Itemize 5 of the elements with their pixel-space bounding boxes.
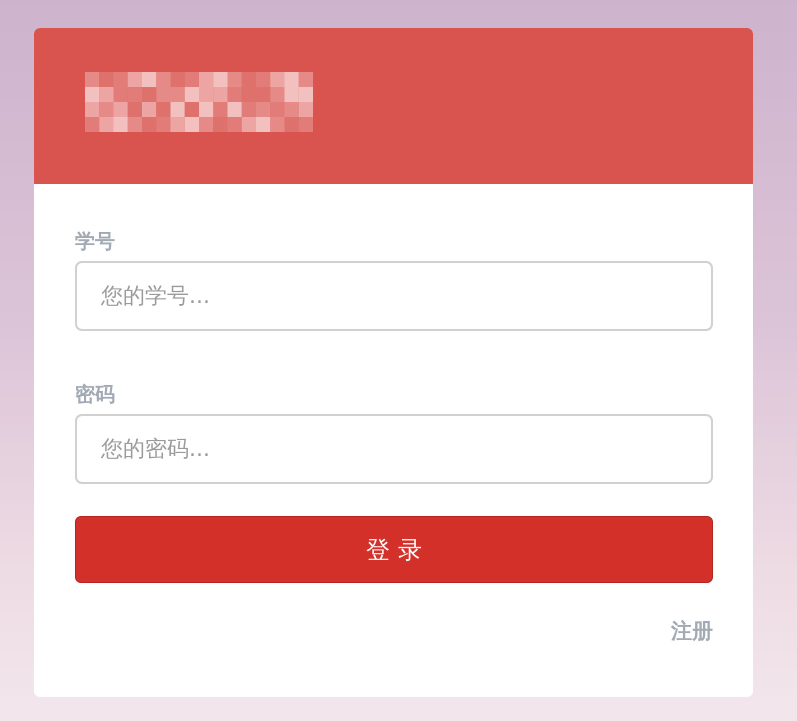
field-label: 学号 [75,228,116,255]
input-field[interactable]: 您的密码... [75,414,713,484]
input-field[interactable]: 您的学号... [75,261,713,331]
field-label: 密码 [75,381,116,408]
login-button[interactable]: 登 录 [75,516,713,583]
